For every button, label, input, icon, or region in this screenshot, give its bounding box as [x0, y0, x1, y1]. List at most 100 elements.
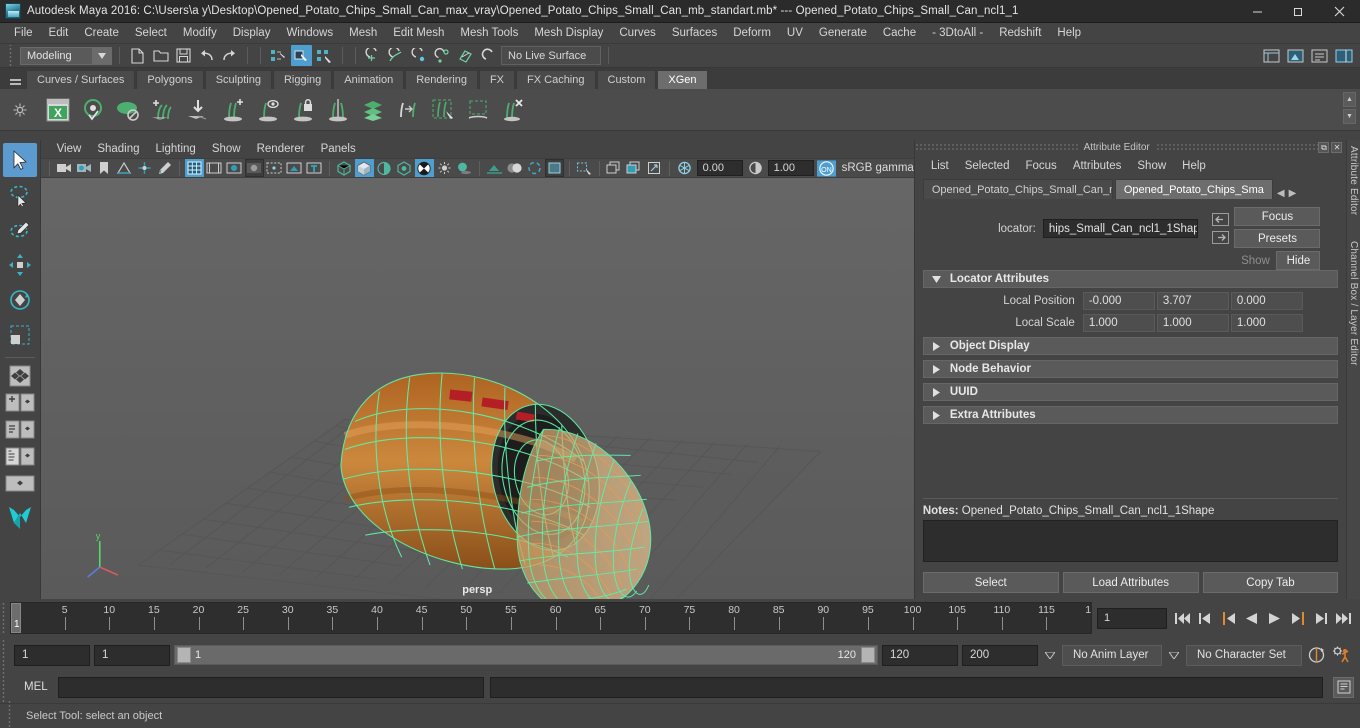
shelf-tab-animation[interactable]: Animation [333, 70, 405, 89]
go-to-start-icon[interactable] [1172, 607, 1193, 629]
use-all-lights-icon[interactable] [435, 159, 454, 177]
local-position-x[interactable]: -0.000 [1082, 291, 1155, 310]
ipr-render-icon[interactable] [1285, 45, 1306, 66]
animation-preferences-icon[interactable] [1331, 644, 1352, 666]
snap-to-projected-center-icon[interactable] [432, 45, 453, 66]
viewport-menu-view[interactable]: View [49, 140, 90, 158]
shelf-scroll-down-icon[interactable]: ▼ [1343, 109, 1356, 124]
menu-file[interactable]: File [6, 23, 41, 44]
section-object-display[interactable]: Object Display [922, 337, 1339, 355]
ae-menu-attributes[interactable]: Attributes [1065, 155, 1130, 177]
menu-set-selector[interactable]: Modeling [20, 46, 112, 65]
scale-tool[interactable] [3, 318, 37, 352]
help-line-grip[interactable] [6, 701, 16, 728]
ae-menu-selected[interactable]: Selected [957, 155, 1018, 177]
xgen-add-description-icon[interactable] [147, 94, 179, 126]
viewport-menu-show[interactable]: Show [204, 140, 249, 158]
menu-edit[interactable]: Edit [41, 23, 77, 44]
shelf-tab-curves-surfaces[interactable]: Curves / Surfaces [26, 70, 136, 89]
magnet-icon[interactable] [478, 45, 499, 66]
snap-to-point-icon[interactable] [409, 45, 430, 66]
quick-layout-hypershade-icon[interactable] [3, 471, 37, 497]
section-node-behavior[interactable]: Node Behavior [922, 360, 1339, 378]
texture-border-icon[interactable] [305, 159, 324, 177]
rail-tab-channel-box[interactable]: Channel Box / Layer Editor [1348, 241, 1359, 366]
toggle-sidebar-icon[interactable] [1333, 45, 1354, 66]
local-position-z[interactable]: 0.000 [1230, 291, 1303, 310]
menu-help[interactable]: Help [1049, 23, 1089, 44]
xgen-delete-guide-icon[interactable] [497, 94, 529, 126]
live-surface-field[interactable]: No Live Surface [501, 46, 601, 65]
menu-cache[interactable]: Cache [875, 23, 924, 44]
bookmark-icon[interactable] [95, 159, 114, 177]
copy-tab-button[interactable]: Copy Tab [1202, 572, 1339, 593]
range-start-field[interactable]: 1 [94, 644, 170, 666]
shelf-tab-sculpting[interactable]: Sculpting [204, 70, 272, 89]
multisample-icon[interactable] [525, 159, 544, 177]
shelf-tab-fx-caching[interactable]: FX Caching [516, 70, 596, 89]
xgen-preview-icon[interactable] [77, 94, 109, 126]
shelf-tab-xgen[interactable]: XGen [657, 70, 708, 89]
focus-button[interactable]: Focus [1234, 207, 1321, 226]
viewport-snapshot-icon[interactable] [645, 159, 664, 177]
shadows-icon[interactable] [455, 159, 474, 177]
redo-icon[interactable] [219, 45, 240, 66]
menu-redshift[interactable]: Redshift [991, 23, 1049, 44]
menu-3dtoall[interactable]: - 3DtoAll - [924, 23, 991, 44]
perspective-viewport[interactable]: y persp [40, 178, 914, 599]
viewport-menu-shading[interactable]: Shading [89, 140, 147, 158]
gate-mask-icon[interactable] [244, 159, 264, 177]
render-view-icon[interactable] [1261, 45, 1282, 66]
new-scene-icon[interactable] [127, 45, 148, 66]
select-by-hierarchy-icon[interactable] [268, 45, 289, 66]
script-editor-icon[interactable] [1333, 676, 1354, 698]
go-to-end-icon[interactable] [1333, 607, 1354, 629]
menu-select[interactable]: Select [127, 23, 175, 44]
xgen-guide-display-icon[interactable] [252, 94, 284, 126]
open-scene-icon[interactable] [150, 45, 171, 66]
shelf-tab-fx[interactable]: FX [478, 70, 516, 89]
paint-select-tool[interactable] [3, 213, 37, 247]
quick-layout-graph-icon[interactable] [3, 444, 37, 470]
shelf-menu-icon[interactable] [4, 70, 26, 89]
range-end-field[interactable]: 120 [882, 644, 958, 666]
xgen-mirror-guide-icon[interactable] [322, 94, 354, 126]
shelf-scroll-arrows[interactable]: ▲ ▼ [1343, 92, 1356, 124]
xgen-select-guides-icon[interactable] [427, 94, 459, 126]
command-language-label[interactable]: MEL [16, 681, 52, 693]
minimize-button[interactable] [1237, 0, 1278, 23]
section-uuid[interactable]: UUID [922, 383, 1339, 401]
menu-deform[interactable]: Deform [725, 23, 779, 44]
section-extra-attributes[interactable]: Extra Attributes [922, 406, 1339, 424]
show-button[interactable]: Show [1234, 251, 1276, 270]
render-settings-icon[interactable] [1309, 45, 1330, 66]
shelf-tab-rigging[interactable]: Rigging [272, 70, 333, 89]
viewport-render-region-icon[interactable] [625, 159, 644, 177]
menu-create[interactable]: Create [76, 23, 127, 44]
use-default-material-icon[interactable] [395, 159, 414, 177]
grid-icon[interactable] [184, 159, 204, 177]
shelf-tab-rendering[interactable]: Rendering [405, 70, 478, 89]
viewport-menu-panels[interactable]: Panels [313, 140, 364, 158]
step-back-key-icon[interactable] [1218, 607, 1239, 629]
menu-curves[interactable]: Curves [611, 23, 663, 44]
close-icon[interactable]: ✕ [1331, 142, 1343, 153]
shelf-scroll-up-icon[interactable]: ▲ [1343, 92, 1356, 107]
menu-uv[interactable]: UV [779, 23, 811, 44]
time-slider-grip[interactable] [0, 603, 10, 633]
viewport-menu-renderer[interactable]: Renderer [249, 140, 313, 158]
toolbar-grip[interactable] [8, 44, 15, 67]
panel-grip[interactable] [914, 143, 1078, 152]
xgen-add-guide-icon[interactable] [217, 94, 249, 126]
menu-mesh-tools[interactable]: Mesh Tools [452, 23, 526, 44]
wireframe-icon[interactable] [335, 159, 354, 177]
local-position-y[interactable]: 3.707 [1156, 291, 1229, 310]
current-frame-field[interactable]: 1 [1097, 607, 1167, 629]
resolution-gate-icon[interactable] [225, 159, 244, 177]
menu-mesh[interactable]: Mesh [341, 23, 385, 44]
grease-pencil-icon[interactable] [155, 159, 174, 177]
camera-attributes-icon[interactable] [75, 159, 94, 177]
range-slider-grip[interactable] [0, 640, 10, 670]
snap-to-grid-icon[interactable] [363, 45, 384, 66]
rotate-tool[interactable] [3, 283, 37, 317]
